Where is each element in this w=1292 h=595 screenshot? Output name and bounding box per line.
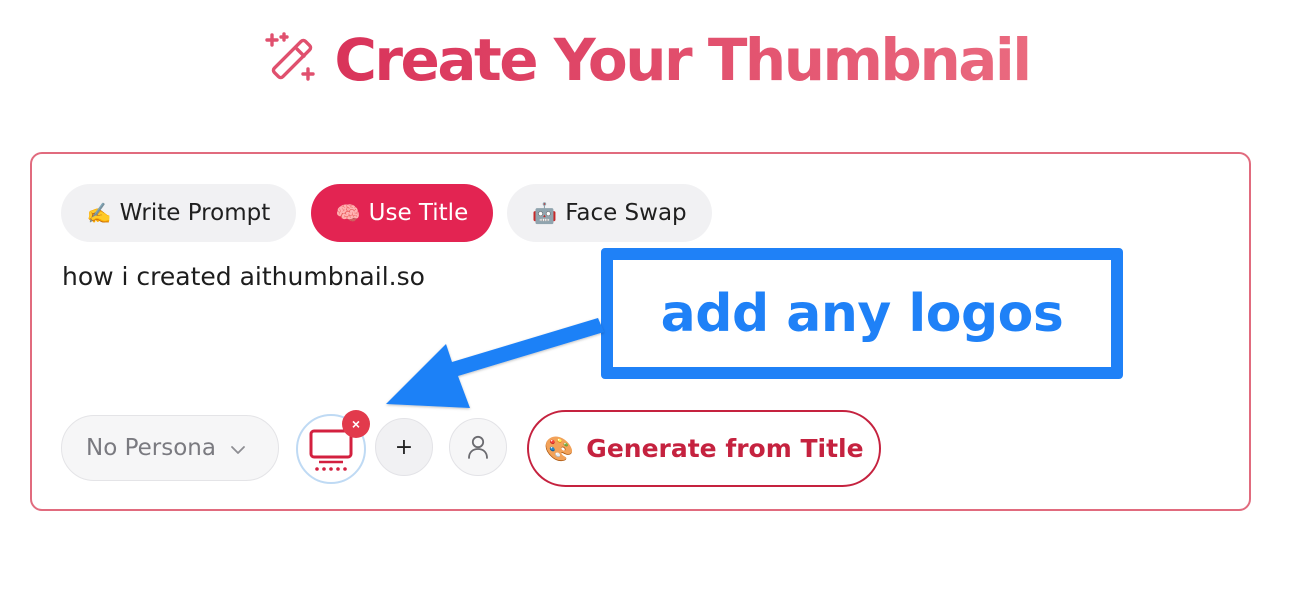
tab-label: Write Prompt	[119, 200, 271, 226]
title-input[interactable]: how i created aithumbnail.so	[62, 262, 425, 291]
user-icon	[468, 435, 488, 459]
annotation-callout: add any logos	[601, 248, 1123, 379]
annotation-text: add any logos	[660, 283, 1064, 344]
persona-select[interactable]: No Persona	[61, 415, 279, 481]
tab-label: Use Title	[368, 200, 469, 226]
header: Create Your Thumbnail	[0, 18, 1292, 102]
tab-face-swap[interactable]: 🤖 Face Swap	[507, 184, 712, 242]
add-logo-button[interactable]: +	[375, 418, 433, 476]
tab-use-title[interactable]: 🧠 Use Title	[311, 184, 493, 242]
tab-label: Face Swap	[565, 200, 687, 226]
palette-icon: 🎨	[544, 434, 575, 463]
plus-icon: +	[394, 434, 414, 460]
writing-hand-icon: ✍️	[86, 201, 112, 225]
remove-logo-button[interactable]: ×	[342, 410, 370, 438]
magic-wand-icon	[262, 31, 320, 89]
add-person-button[interactable]	[449, 418, 507, 476]
persona-label: No Persona	[86, 435, 216, 461]
page-title: Create Your Thumbnail	[334, 26, 1032, 94]
brain-icon: 🧠	[335, 201, 361, 225]
generate-from-title-button[interactable]: 🎨 Generate from Title	[527, 410, 881, 487]
tab-write-prompt[interactable]: ✍️ Write Prompt	[61, 184, 296, 242]
robot-icon: 🤖	[532, 201, 558, 225]
chevron-down-icon	[230, 435, 246, 461]
generate-label: Generate from Title	[586, 434, 864, 463]
